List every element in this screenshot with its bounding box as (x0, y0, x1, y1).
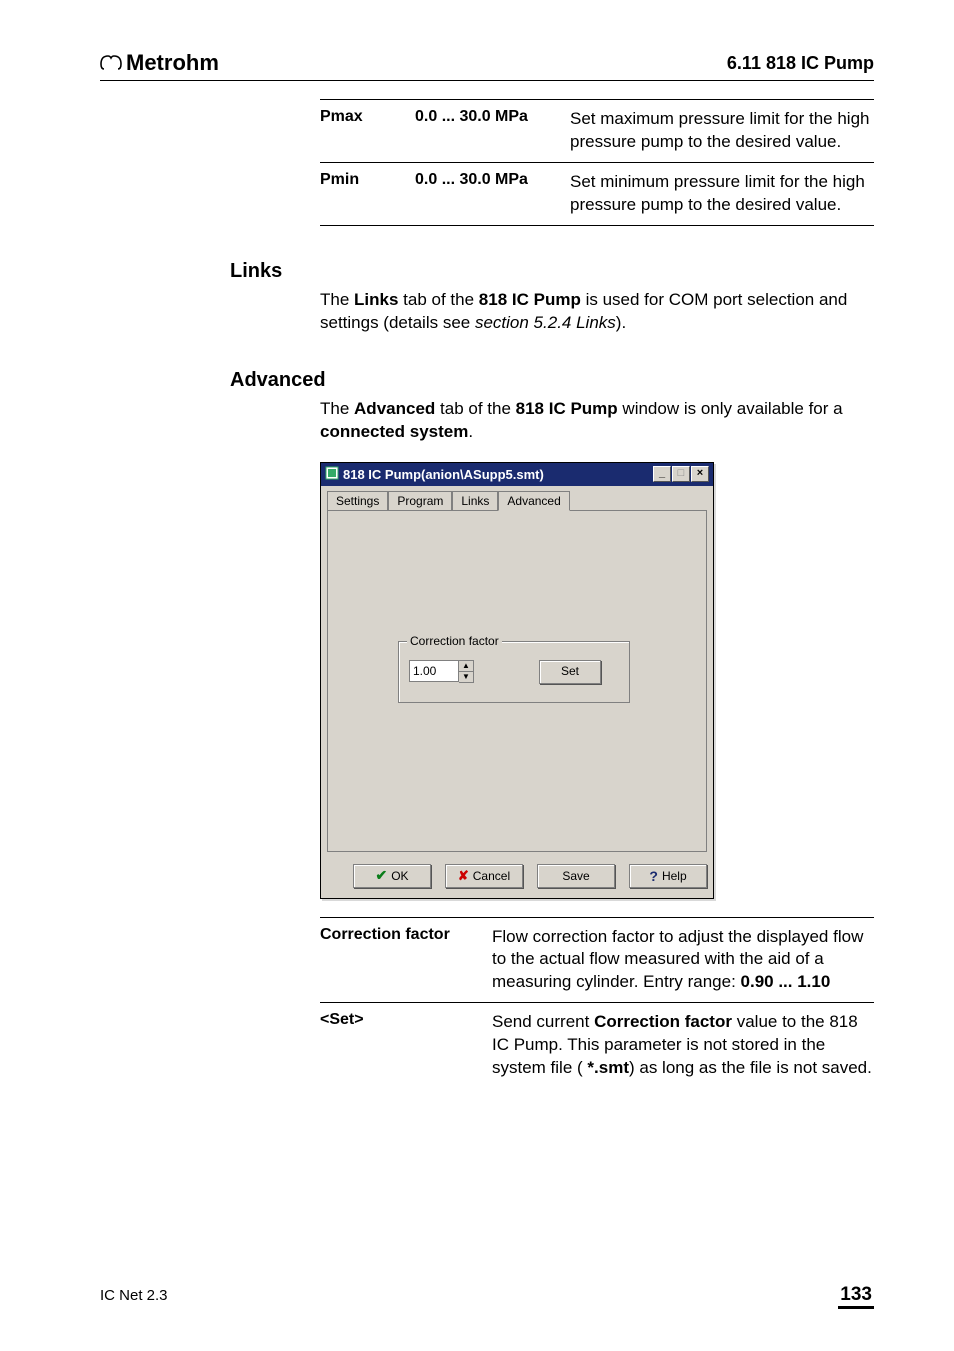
param-range: 0.0 ... 30.0 MPa (415, 108, 570, 154)
ok-button[interactable]: ✔OK (353, 864, 431, 888)
param-name: Pmax (320, 108, 415, 154)
def-row-correction-factor: Correction factor Flow correction factor… (320, 917, 874, 1003)
app-icon (325, 466, 339, 483)
window-title: 818 IC Pump(anion\ASupp5.smt) (343, 467, 544, 482)
save-button[interactable]: Save (537, 864, 615, 888)
spin-buttons[interactable]: ▲ ▼ (459, 660, 474, 683)
dialog-window: 818 IC Pump(anion\ASupp5.smt) _ □ × Sett… (320, 462, 714, 899)
param-range: 0.0 ... 30.0 MPa (415, 171, 570, 217)
def-term: <Set> (320, 1011, 492, 1080)
param-row-pmax: Pmax 0.0 ... 30.0 MPa Set maximum pressu… (320, 100, 874, 163)
close-button[interactable]: × (691, 466, 709, 482)
tab-advanced[interactable]: Advanced (498, 491, 569, 511)
maximize-button[interactable]: □ (672, 466, 690, 482)
heading-links: Links (230, 260, 874, 283)
tab-panel-advanced: Correction factor ▲ ▼ Set (327, 510, 707, 852)
cancel-button[interactable]: ✘Cancel (445, 864, 523, 888)
param-row-pmin: Pmin 0.0 ... 30.0 MPa Set minimum pressu… (320, 163, 874, 226)
brand-logo: Metrohm (100, 50, 219, 76)
footer-product: IC Net 2.3 (100, 1287, 168, 1304)
links-text: The Links tab of the 818 IC Pump is used… (320, 289, 874, 335)
advanced-text: The Advanced tab of the 818 IC Pump wind… (320, 398, 874, 444)
help-button[interactable]: ?Help (629, 864, 707, 888)
correction-factor-spinner[interactable]: ▲ ▼ (409, 660, 474, 683)
metrohm-logo-icon (100, 50, 122, 76)
page-footer: IC Net 2.3 133 (100, 1284, 874, 1309)
param-desc: Set maximum pressure limit for the high … (570, 108, 874, 154)
spin-up-icon[interactable]: ▲ (459, 661, 473, 672)
param-desc: Set minimum pressure limit for the high … (570, 171, 874, 217)
spin-down-icon[interactable]: ▼ (459, 672, 473, 682)
page-header: Metrohm 6.11 818 IC Pump (100, 50, 874, 81)
heading-advanced: Advanced (230, 369, 874, 392)
param-table: Pmax 0.0 ... 30.0 MPa Set maximum pressu… (320, 99, 874, 226)
x-icon: ✘ (458, 868, 469, 884)
tab-links[interactable]: Links (452, 491, 498, 511)
correction-factor-input[interactable] (409, 660, 459, 682)
tabs-row: Settings Program Links Advanced (321, 486, 713, 510)
def-desc: Send current Correction factor value to … (492, 1011, 874, 1080)
page-number: 133 (838, 1284, 874, 1309)
def-desc: Flow correction factor to adjust the dis… (492, 926, 874, 995)
titlebar: 818 IC Pump(anion\ASupp5.smt) _ □ × (321, 463, 713, 486)
section-ref: 6.11 818 IC Pump (727, 53, 874, 74)
brand-text: Metrohm (126, 50, 219, 76)
def-term: Correction factor (320, 926, 492, 995)
tab-settings[interactable]: Settings (327, 491, 388, 511)
question-icon: ? (649, 868, 658, 884)
check-icon: ✔ (375, 867, 387, 884)
minimize-button[interactable]: _ (653, 466, 671, 482)
groupbox-label: Correction factor (407, 634, 502, 648)
tab-program[interactable]: Program (388, 491, 452, 511)
dialog-screenshot: 818 IC Pump(anion\ASupp5.smt) _ □ × Sett… (320, 462, 874, 899)
dialog-button-row: ✔OK ✘Cancel Save ?Help (321, 858, 713, 898)
set-button[interactable]: Set (539, 660, 601, 684)
param-name: Pmin (320, 171, 415, 217)
def-row-set: <Set> Send current Correction factor val… (320, 1002, 874, 1088)
groupbox-correction-factor: Correction factor ▲ ▼ Set (398, 641, 630, 703)
